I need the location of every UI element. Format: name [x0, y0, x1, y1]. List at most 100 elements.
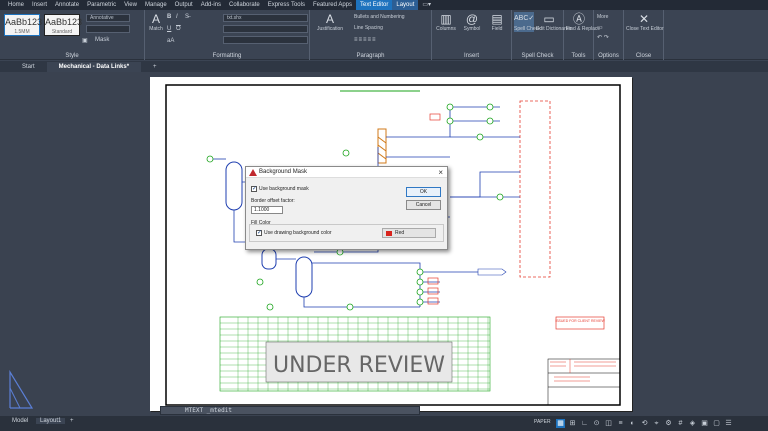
font-dropdown[interactable]: txt.shx: [223, 14, 308, 22]
spell-check-button[interactable]: ABC✓ Spell Check: [514, 12, 541, 32]
color-dropdown[interactable]: [223, 25, 308, 33]
units-icon[interactable]: #: [676, 419, 685, 428]
close-text-editor-button[interactable]: ✕ Close Text Editor: [626, 12, 664, 32]
paragraph-panel-title: Paragraph: [356, 53, 385, 59]
ribbon-tab-parametric[interactable]: Parametric: [83, 0, 120, 10]
bold-button[interactable]: B: [167, 14, 171, 20]
red-package-outline: [519, 100, 551, 278]
autocad-logo-icon: [249, 169, 257, 176]
ok-button[interactable]: OK: [406, 187, 441, 197]
document-tab-start[interactable]: Start: [10, 62, 47, 72]
cancel-button[interactable]: Cancel: [406, 200, 441, 210]
use-drawing-bg-checkbox[interactable]: ✓: [256, 230, 262, 236]
annotative-toggle[interactable]: Annotative: [86, 14, 130, 22]
color-swatch: [386, 231, 392, 236]
dialog-title-bar: Background Mask ×: [246, 167, 447, 178]
offset-input[interactable]: 1.1000: [251, 206, 283, 214]
overline-button[interactable]: O: [176, 26, 181, 32]
formatting-panel-title: Formatting: [212, 53, 242, 59]
ribbon-tab-annotate[interactable]: Annotate: [51, 0, 83, 10]
italic-button[interactable]: I: [176, 14, 178, 20]
background-mask-dropdown[interactable]: [223, 36, 308, 44]
style-name: Standard: [51, 29, 73, 35]
ribbon-tab-insert[interactable]: Insert: [28, 0, 51, 10]
more-dropdown[interactable]: More: [597, 14, 608, 20]
mask-icon: ▣: [82, 38, 88, 44]
add-layout-icon[interactable]: +: [70, 418, 74, 424]
isolate-icon[interactable]: ◈: [688, 419, 697, 428]
background-mask-dialog: Background Mask × ✓ Use background mask …: [245, 166, 448, 250]
use-mask-label: Use background mask: [259, 186, 309, 192]
snap-icon[interactable]: ⊞: [568, 419, 577, 428]
command-line[interactable]: MTEXT _mtedit: [160, 406, 420, 415]
field-button[interactable]: ▤ Field: [486, 12, 508, 32]
field-icon: ▤: [491, 12, 503, 26]
osnap-icon[interactable]: ◫: [604, 419, 613, 428]
symbol-button[interactable]: @ Symbol: [460, 12, 484, 32]
layout1-tab[interactable]: Layout1: [36, 418, 66, 424]
text-height-input[interactable]: [86, 25, 130, 33]
workspace-icon[interactable]: ⚙: [664, 419, 673, 428]
ortho-icon[interactable]: ∟: [580, 419, 589, 428]
customization-icon[interactable]: ☰: [724, 419, 733, 428]
find-replace-button[interactable]: Ⓐ Find & Replace: [566, 12, 600, 32]
new-tab-icon[interactable]: +: [141, 62, 169, 72]
use-drawing-bg-label: Use drawing background color: [264, 230, 332, 236]
close-icon[interactable]: ×: [438, 167, 443, 178]
ribbon-tab-layout[interactable]: Layout: [392, 0, 419, 10]
columns-icon: ▥: [440, 12, 452, 26]
style-name: 1.5MM: [14, 29, 30, 35]
columns-button[interactable]: ▥ Columns: [434, 12, 458, 32]
ruler-icon[interactable]: ▭: [597, 24, 603, 31]
symbol-icon: @: [465, 12, 479, 26]
dialog-title: Background Mask: [259, 169, 308, 175]
workspace-toggle-icon[interactable]: ▭▾: [418, 0, 435, 10]
edit-dictionaries-button[interactable]: ▭ Edit Dictionaries: [536, 12, 572, 32]
text-style-standard[interactable]: AaBb123 Standard: [44, 14, 83, 36]
find-replace-icon: Ⓐ: [572, 12, 585, 26]
strikethrough-button[interactable]: S̶: [185, 14, 189, 20]
text-style-1-5mm[interactable]: AaBb123 1.5MM: [4, 14, 42, 36]
case-button[interactable]: aA: [167, 38, 174, 44]
bullets-dropdown[interactable]: Bullets and Numbering: [354, 14, 405, 20]
annotation-scale-icon[interactable]: ⌖: [652, 419, 661, 428]
justification-button[interactable]: A Justification: [316, 12, 344, 32]
ribbon-tab-manage[interactable]: Manage: [141, 0, 171, 10]
mask-button[interactable]: Mask: [95, 37, 109, 43]
transparency-icon[interactable]: ◐: [628, 419, 637, 428]
line-spacing-dropdown[interactable]: Line Spacing: [354, 25, 383, 31]
hardware-acceleration-icon[interactable]: ▣: [700, 419, 709, 428]
data-table: UNDER REVIEW: [219, 316, 491, 392]
alignment-buttons[interactable]: ≡≡≡≡≡: [354, 37, 377, 43]
selection-cycling-icon[interactable]: ⟲: [640, 419, 649, 428]
insert-panel: ▥ Columns @ Symbol ▤ Field Insert: [432, 10, 512, 60]
spell-check-icon: ABC✓: [514, 15, 535, 22]
ribbon-tab-output[interactable]: Output: [171, 0, 197, 10]
ribbon-tab-featured-apps[interactable]: Featured Apps: [309, 0, 356, 10]
ribbon-tab-home[interactable]: Home: [4, 0, 28, 10]
underline-button[interactable]: U: [167, 26, 171, 32]
ribbon-tab-add-ins[interactable]: Add-ins: [197, 0, 225, 10]
ribbon-tab-express-tools[interactable]: Express Tools: [264, 0, 309, 10]
undo-icon[interactable]: ↶ ↷: [597, 34, 609, 41]
paragraph-panel: A Justification Bullets and Numbering Lin…: [310, 10, 432, 60]
lineweight-icon[interactable]: ≡: [616, 419, 625, 428]
ribbon-tab-view[interactable]: View: [120, 0, 141, 10]
close-panel: ✕ Close Text Editor Close: [624, 10, 664, 60]
color-dropdown[interactable]: Red: [382, 228, 436, 238]
ribbon-tab-collaborate[interactable]: Collaborate: [225, 0, 264, 10]
close-text-editor-label: Close Text Editor: [626, 26, 664, 32]
autocad-window: Home Insert Annotate Parametric View Manage Ou…: [0, 0, 768, 431]
clean-screen-icon[interactable]: ▢: [712, 419, 721, 428]
match-button[interactable]: A Match: [147, 12, 165, 32]
ribbon-tab-text-editor[interactable]: Text Editor: [356, 0, 393, 10]
model-tab[interactable]: Model: [12, 418, 28, 424]
style-preview: AaBb123: [45, 17, 83, 27]
use-mask-checkbox[interactable]: ✓: [251, 186, 257, 192]
polar-icon[interactable]: ⊙: [592, 419, 601, 428]
red-tags: [427, 113, 605, 330]
under-review-stamp: UNDER REVIEW: [273, 353, 445, 378]
paper-space-toggle[interactable]: PAPER: [534, 419, 551, 425]
document-tab-mechanical-data-links[interactable]: Mechanical - Data Links*: [46, 62, 142, 72]
grid-icon[interactable]: ▦: [556, 419, 565, 428]
